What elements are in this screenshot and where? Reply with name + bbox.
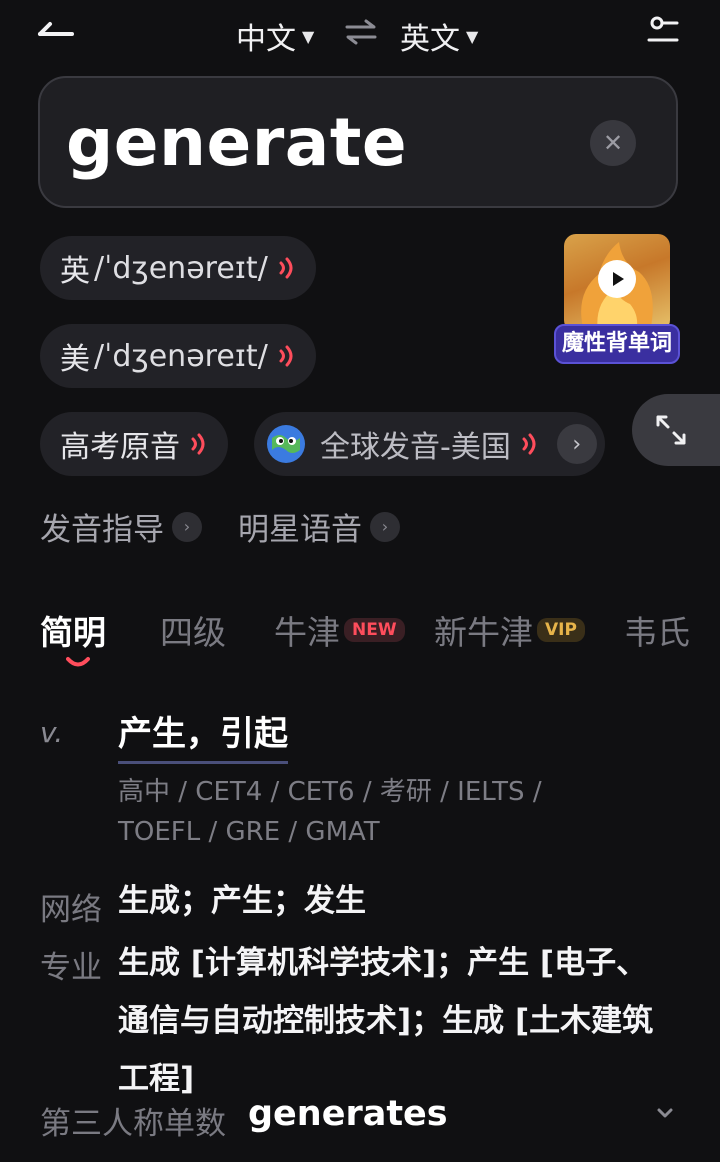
tab-new-oxford[interactable]: 新牛津 VIP — [434, 606, 585, 654]
ad-label[interactable]: 魔性背单词 — [554, 324, 680, 364]
close-icon: ✕ — [602, 129, 624, 157]
third-person-word: generates — [248, 1094, 448, 1134]
exam-audio-button[interactable]: 高考原音 — [40, 412, 228, 476]
tab-webster[interactable]: 韦氏 — [624, 606, 690, 654]
speaker-icon — [279, 257, 293, 279]
professional-line: 通信与自动控制技术]；生成 [土木建筑 — [118, 1003, 654, 1039]
settings-sliders-icon[interactable] — [646, 14, 680, 48]
global-audio-button[interactable]: 全球发音-美国 › — [254, 412, 605, 476]
uk-pronunciation-button[interactable]: 英 /ˈdʒenəreɪt/ — [40, 236, 316, 300]
globe-avatar-icon — [267, 425, 305, 463]
professional-label: 专业 — [40, 950, 102, 986]
tab-webster-label: 韦氏 — [624, 613, 690, 652]
us-pronunciation-button[interactable]: 美 /ˈdʒenəreɪt/ — [40, 324, 316, 388]
web-definition: 生成；产生；发生 — [118, 883, 366, 919]
tab-cet4[interactable]: 四级 — [160, 606, 226, 654]
exam-audio-label: 高考原音 — [60, 430, 180, 465]
speaker-icon — [279, 345, 293, 367]
pronunciation-guide-label: 发音指导 — [40, 512, 164, 548]
target-language-select[interactable]: 英文 ▼ — [400, 14, 478, 58]
part-of-speech: v. — [40, 716, 64, 749]
chevron-right-icon[interactable]: › — [556, 424, 597, 464]
target-language-label: 英文 — [400, 22, 460, 57]
us-region-label: 美 — [60, 342, 90, 377]
exam-levels-line: TOEFL / GRE / GMAT — [118, 817, 380, 847]
pronunciation-guide-link[interactable]: 发音指导 › — [40, 504, 202, 549]
new-badge: NEW — [344, 618, 405, 642]
professional-definition: 生成 [计算机科学技术]；产生 [电子、 通信与自动控制技术]；生成 [土木建筑… — [118, 934, 698, 1108]
vip-badge: VIP — [537, 618, 585, 642]
caret-down-icon: ▼ — [466, 26, 479, 46]
swap-language-icon[interactable] — [344, 18, 378, 46]
expand-arrows-icon — [656, 415, 686, 445]
third-person-label: 第三人称单数 — [40, 1106, 226, 1142]
source-language-label: 中文 — [236, 22, 296, 57]
web-label: 网络 — [40, 892, 102, 928]
tab-oxford-label: 牛津 — [274, 613, 340, 652]
tab-oxford[interactable]: 牛津 NEW — [274, 606, 405, 654]
tab-concise[interactable]: 简明 — [40, 606, 106, 654]
tab-active-indicator — [66, 657, 90, 667]
play-button[interactable] — [598, 260, 636, 298]
uk-region-label: 英 — [60, 254, 90, 289]
tab-cet4-label: 四级 — [160, 613, 226, 652]
professional-line: 生成 [计算机科学技术]；产生 [电子、 — [118, 945, 648, 981]
exam-levels-line: 高中 / CET4 / CET6 / 考研 / IELTS / — [118, 777, 542, 807]
chevron-right-icon: › — [370, 511, 400, 542]
search-box[interactable]: generate ✕ — [38, 76, 678, 208]
source-language-select[interactable]: 中文 ▼ — [236, 14, 314, 58]
expand-button[interactable] — [632, 394, 720, 466]
celebrity-voice-label: 明星语音 — [238, 512, 362, 548]
caret-down-icon: ▼ — [302, 26, 315, 46]
speaker-icon — [191, 433, 205, 455]
chevron-right-icon: › — [172, 511, 202, 542]
search-input[interactable]: generate — [66, 104, 407, 181]
tab-new-oxford-label: 新牛津 — [434, 613, 533, 652]
clear-search-button[interactable]: ✕ — [590, 120, 636, 166]
chevron-down-icon[interactable] — [654, 1106, 676, 1120]
celebrity-voice-link[interactable]: 明星语音 › — [238, 504, 400, 549]
exam-levels: 高中 / CET4 / CET6 / 考研 / IELTS / TOEFL / … — [118, 772, 588, 852]
ad-video-thumbnail[interactable] — [564, 234, 670, 332]
definition-meaning: 产生，引起 — [118, 706, 288, 764]
tab-concise-label: 简明 — [40, 613, 106, 652]
global-audio-label: 全球发音-美国 — [320, 430, 511, 465]
speaker-icon — [522, 433, 536, 455]
uk-phonetic: /ˈdʒenəreɪt/ — [94, 250, 268, 286]
back-arrow-icon[interactable] — [36, 18, 76, 46]
us-phonetic: /ˈdʒenəreɪt/ — [94, 338, 268, 374]
play-icon — [613, 272, 624, 286]
